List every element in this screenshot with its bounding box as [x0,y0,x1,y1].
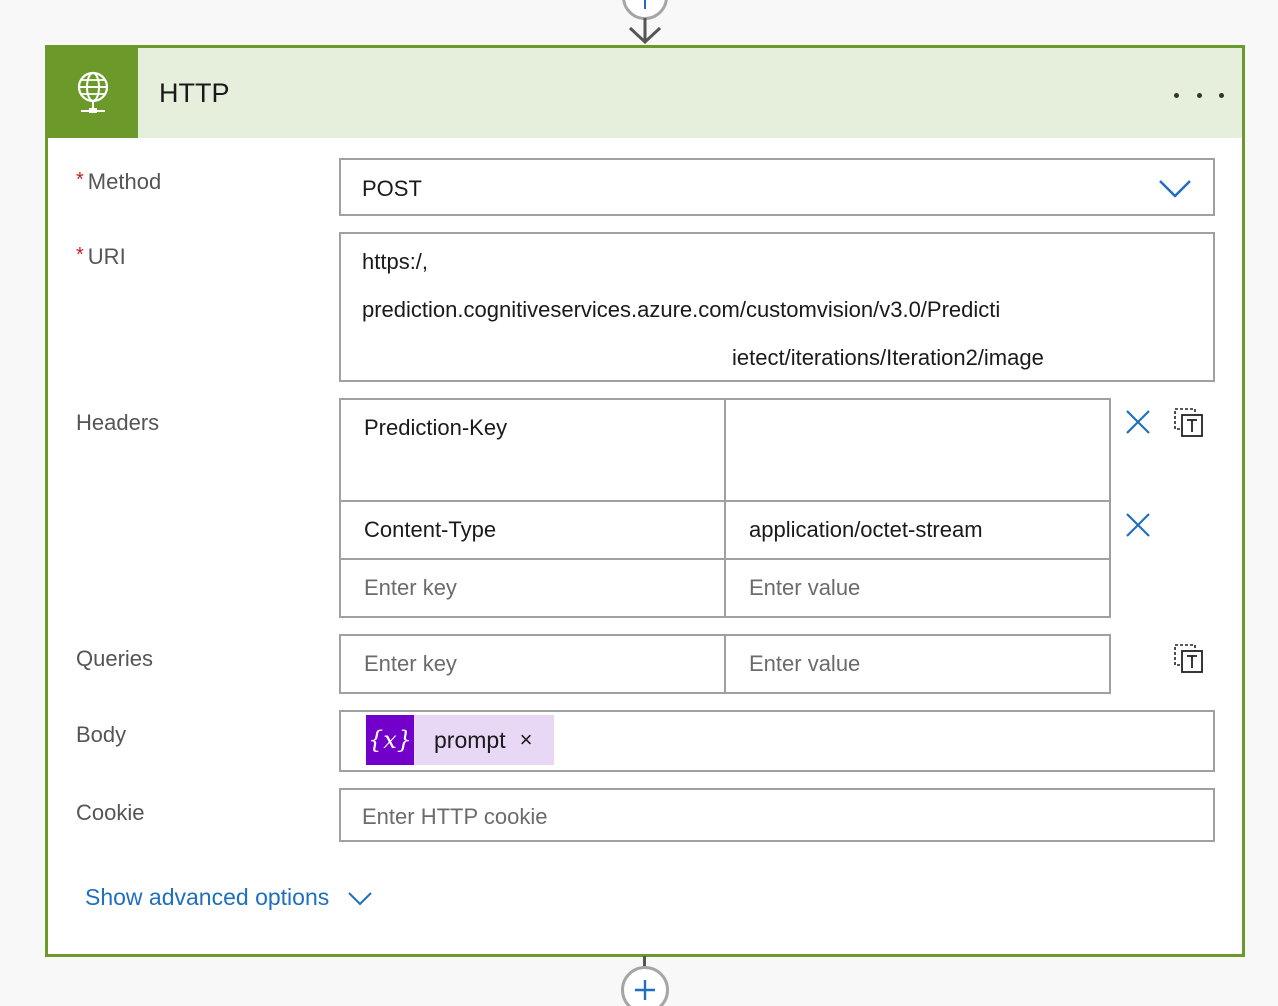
advanced-label: Show advanced options [85,884,330,910]
uri-input[interactable]: https:/, prediction.cognitiveservices.az… [339,232,1215,382]
header-key-text: Content-Type [364,517,497,542]
chevron-down-icon[interactable] [1157,174,1193,202]
queries-label: Queries [76,646,154,671]
header-key-input[interactable]: Prediction-Key [339,398,726,502]
close-icon[interactable] [1125,409,1151,435]
query-key-input[interactable]: Enter key [339,634,726,694]
uri-label: * URI [76,244,126,270]
variable-icon: {x} [366,715,414,765]
uri-line-3: ietect/iterations/Iteration2/image [732,345,1044,370]
plus-icon [635,980,655,1000]
method-label-text: Method [87,169,162,194]
cookie-label: Cookie [76,800,145,825]
query-value-input[interactable]: Enter value [724,634,1111,694]
cookie-placeholder: Enter HTTP cookie [362,804,548,829]
add-step-top-button[interactable] [622,0,668,20]
add-step-bottom-button[interactable] [621,966,669,1006]
remove-token-button[interactable]: × [520,727,533,753]
card-title: HTTP [159,78,230,108]
action-icon-box [48,48,138,138]
globe-icon [77,71,109,113]
header-key-input[interactable]: Content-Type [339,500,726,560]
required-marker: * [76,169,84,191]
ellipsis-icon [1174,92,1179,98]
flow-arrow-icon [628,18,662,45]
card-header[interactable]: HTTP [48,48,1242,138]
uri-label-text: URI [87,244,126,269]
required-marker: * [76,244,84,266]
header-key-placeholder: Enter key [364,575,457,600]
header-value-placeholder: Enter value [749,575,861,600]
header-key-text: Prediction-Key [364,415,508,440]
dynamic-content-token[interactable]: {x} prompt × [366,715,554,765]
close-icon[interactable] [1125,512,1151,538]
header-value-input[interactable]: Enter value [724,558,1111,618]
query-value-placeholder: Enter value [749,651,861,676]
header-key-input[interactable]: Enter key [339,558,726,618]
switch-to-text-mode-icon[interactable] [1173,407,1205,439]
body-label: Body [76,722,127,747]
show-advanced-options-link[interactable]: Show advanced options [85,884,373,911]
uri-line-1: https:/, [362,249,429,274]
uri-line-2: prediction.cognitiveservices.azure.com/c… [362,297,1001,322]
http-action-card: HTTP * Method POST * URI https:/, predicti… [45,45,1245,957]
switch-to-text-mode-icon[interactable] [1173,643,1205,675]
header-value-input[interactable] [724,398,1111,502]
ellipsis-dot [1196,92,1202,98]
headers-label: Headers [76,410,160,435]
ellipsis-dot [1219,92,1224,98]
chevron-down-icon [348,891,372,905]
method-dropdown[interactable]: POST [339,158,1215,216]
body-input[interactable]: {x} prompt × [339,710,1215,772]
more-options-button[interactable] [1174,80,1224,110]
method-value: POST [362,176,422,201]
header-value-input[interactable]: application/octet-stream [724,500,1111,560]
query-key-placeholder: Enter key [364,651,457,676]
flow-canvas: HTTP * Method POST * URI https:/, predicti… [0,0,1278,1006]
plus-icon [644,0,646,9]
cookie-input[interactable]: Enter HTTP cookie [339,788,1215,842]
token-label: prompt [434,726,506,753]
header-value-text: application/octet-stream [749,517,983,542]
method-label: * Method [76,169,161,195]
